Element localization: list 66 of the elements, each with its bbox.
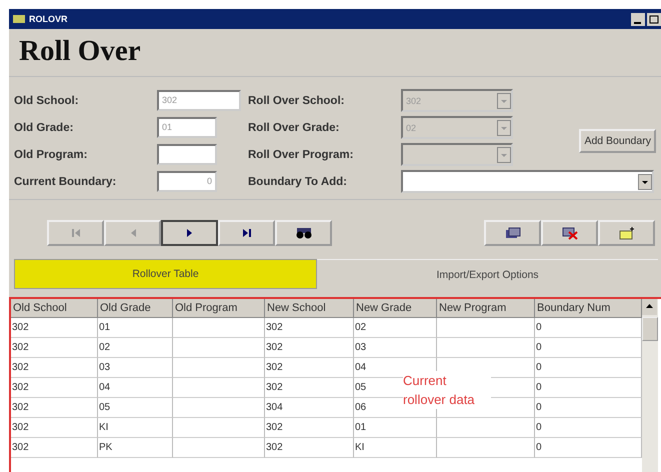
input-field[interactable] — [157, 144, 217, 165]
table-cell: 302 — [11, 418, 98, 438]
table-cell: KI — [354, 438, 437, 458]
scroll-up-icon[interactable] — [642, 299, 657, 315]
next-icon — [184, 228, 194, 238]
records-icon — [504, 226, 520, 240]
scroll-thumb[interactable] — [642, 317, 658, 341]
column-header[interactable]: New Program — [437, 299, 535, 318]
table-cell: 01 — [354, 418, 437, 438]
next-record-button[interactable] — [161, 220, 218, 246]
minimize-icon[interactable] — [631, 12, 645, 26]
edit-button[interactable] — [484, 220, 541, 246]
table-cell: 302 — [11, 398, 98, 418]
table-cell: 302 — [265, 318, 354, 338]
scrollbar[interactable] — [642, 299, 658, 472]
tab[interactable]: Rollover Table — [14, 259, 317, 289]
field-label: Old School: — [14, 94, 80, 106]
table-cell: 302 — [11, 358, 98, 378]
add-boundary-button[interactable]: Add Boundary — [579, 129, 656, 153]
first-icon — [70, 228, 80, 238]
find-record-button[interactable] — [275, 220, 332, 246]
table-cell: 304 — [265, 398, 354, 418]
field-label: Old Program: — [14, 148, 88, 160]
table-cell: 02 — [354, 318, 437, 338]
app-icon — [13, 14, 25, 24]
table-cell: 302 — [11, 378, 98, 398]
column-header[interactable]: New Grade — [354, 299, 437, 318]
table-cell: 302 — [265, 438, 354, 458]
field-label: Current Boundary: — [14, 176, 118, 188]
annotation-text: Current rollover data — [403, 371, 491, 409]
new-button[interactable] — [598, 220, 655, 246]
table-cell: 03 — [98, 358, 173, 378]
window-title: ROLOVR — [29, 14, 68, 24]
last-icon — [242, 228, 252, 238]
table-cell: 302 — [11, 338, 98, 358]
binoculars-icon — [296, 227, 312, 239]
column-header[interactable]: New School — [265, 299, 354, 318]
maximize-icon[interactable] — [647, 12, 661, 26]
new-record-icon — [618, 226, 634, 240]
field-label: Roll Over Program: — [248, 148, 354, 160]
column-header[interactable]: Old Program — [173, 299, 265, 318]
delete-button[interactable] — [541, 220, 598, 246]
field-label: Roll Over Grade: — [248, 122, 340, 134]
table-cell: 302 — [11, 438, 98, 458]
table-cell: KI — [98, 418, 173, 438]
table-cell: 01 — [98, 318, 173, 338]
field-label: Boundary To Add: — [248, 176, 348, 188]
field-label: Old Grade: — [14, 122, 74, 134]
column-header[interactable]: Old Grade — [98, 299, 173, 318]
delete-record-icon — [562, 226, 578, 240]
table-cell: 302 — [265, 358, 354, 378]
table-cell: 04 — [98, 378, 173, 398]
table-cell: 302 — [265, 338, 354, 358]
page-heading: Roll Over — [9, 29, 661, 77]
last-record-button[interactable] — [218, 220, 275, 246]
table-cell: 02 — [98, 338, 173, 358]
field-label: Roll Over School: — [248, 94, 346, 106]
table-cell: 05 — [98, 398, 173, 418]
table-cell: PK — [98, 438, 173, 458]
table-cell: 03 — [354, 338, 437, 358]
table-cell: 302 — [265, 418, 354, 438]
column-header[interactable]: Boundary Num — [535, 299, 642, 318]
table-cell: 302 — [11, 318, 98, 338]
column-header[interactable]: Old School — [11, 299, 98, 318]
dropdown-field[interactable] — [401, 170, 654, 193]
table-cell: 302 — [265, 378, 354, 398]
